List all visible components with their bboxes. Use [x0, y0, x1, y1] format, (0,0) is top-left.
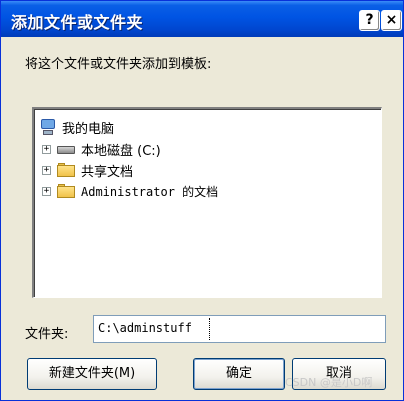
tree-item-label: 共享文档	[81, 164, 134, 180]
expand-icon[interactable]: +	[42, 144, 51, 154]
folder-path-input[interactable]: C:\adminstuff	[93, 315, 386, 343]
drive-icon	[57, 144, 75, 155]
window-title: 添加文件或文件夹	[11, 13, 144, 32]
folder-field-label: 文件夹:	[25, 327, 69, 342]
folder-icon	[57, 184, 75, 198]
tree-item-my-computer[interactable]: 我的电脑	[40, 117, 114, 137]
watermark-text: CSDN @是小D啊	[285, 376, 373, 389]
computer-icon	[40, 119, 56, 135]
folder-tree[interactable]: 我的电脑 + 本地磁盘 (C:) + 共享文档 + Administrator …	[32, 107, 382, 298]
new-folder-button[interactable]: 新建文件夹(M)	[27, 358, 157, 390]
help-button[interactable]: ?	[359, 10, 380, 31]
expand-icon[interactable]: +	[42, 165, 51, 175]
text-caret	[209, 318, 211, 340]
tree-item-label: 本地磁盘 (C:)	[81, 143, 161, 159]
close-button[interactable]: ×	[381, 10, 402, 31]
ok-button[interactable]: 确定	[193, 358, 285, 390]
tree-item-label: 我的电脑	[62, 121, 115, 137]
expand-icon[interactable]: +	[42, 186, 51, 196]
title-bar[interactable]: 添加文件或文件夹 ? ×	[1, 1, 403, 37]
tree-item-shared-documents[interactable]: + 共享文档	[42, 160, 133, 180]
dialog-prompt: 将这个文件或文件夹添加到模板:	[25, 57, 212, 72]
tree-item-admin-documents[interactable]: + Administrator 的文档	[42, 181, 218, 201]
folder-icon	[57, 163, 75, 177]
tree-item-label: Administrator 的文档	[81, 184, 219, 199]
tree-item-local-disk[interactable]: + 本地磁盘 (C:)	[42, 139, 161, 159]
add-file-dialog: 添加文件或文件夹 ? × 将这个文件或文件夹添加到模板: 我的电脑 + 本地磁盘…	[0, 0, 404, 401]
